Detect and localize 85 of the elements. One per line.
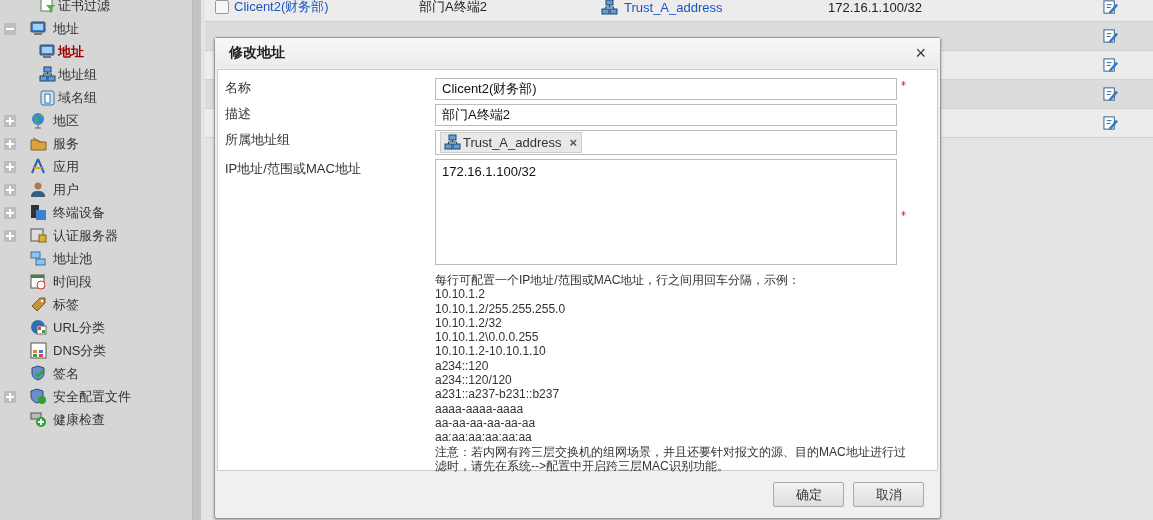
note-text: 注意：若内网有跨三层交换机的组网场景，并且还要针对报文的源、目的MAC地址进行过滤时，请先在系统-->配置中开启跨三层MAC识别功能。 [435,444,907,474]
example-text: a234::120/120 [435,373,513,388]
expand-toggle[interactable] [4,114,16,127]
tree-item[interactable]: 标签 [53,295,79,314]
tag-label: Trust_A_address [463,135,562,150]
globe-icon [30,112,47,129]
monitor-icon [39,43,56,60]
example-text: 10.10.1.2/32 [435,315,503,331]
tree-item[interactable]: 地址 [58,42,84,61]
expand-toggle[interactable] [4,183,16,196]
health-icon [30,411,47,428]
network-icon [39,66,56,83]
name-link[interactable]: Clicent2(财务部) [234,0,329,16]
network-icon [30,250,47,267]
tag-field[interactable]: Trust_A_address × [435,130,897,155]
device-icon [30,204,47,221]
edit-icon[interactable] [1103,0,1119,15]
server-icon [30,227,47,244]
remove-button[interactable]: × [569,135,578,150]
tree-item[interactable]: 地址组 [58,65,97,84]
grid-icon [30,342,47,359]
example-text: 10.10.1.2 [435,287,487,302]
expand-toggle[interactable] [4,229,16,242]
input-field[interactable]: 部门A终端2 [435,104,897,126]
input-field[interactable]: 172.16.1.100/32 [435,159,897,265]
tree-item[interactable]: 健康检查 [53,410,105,429]
shield-icon [30,388,47,405]
input-field[interactable]: Clicent2(财务部) [435,78,897,100]
building-icon [39,89,56,106]
compass-icon [30,158,47,175]
help-text: 每行可配置一个IP地址/范围或MAC地址，行之间用回车分隔，示例： [435,273,802,288]
tree-item[interactable]: 地址池 [53,249,92,268]
filter-icon [39,0,56,14]
edit-icon[interactable] [1103,57,1119,73]
field-label: 名称 [225,79,252,97]
example-text: a231::a237-b231::b237 [435,387,561,402]
tree-item[interactable]: 安全配置文件 [53,387,131,406]
tag-icon [30,296,47,313]
edit-icon[interactable] [1103,115,1119,131]
example-text: 10.10.1.2-10.10.1.10 [435,344,547,359]
globe-icon [30,319,47,336]
expand-toggle[interactable] [4,137,16,150]
tree-item[interactable]: 地址 [53,19,79,38]
field-label: 描述 [225,105,252,123]
expand-toggle[interactable] [4,160,16,173]
tree-item[interactable]: 认证服务器 [53,226,118,245]
tree-item[interactable]: 签名 [53,364,79,383]
tree-item[interactable]: URL分类 [53,318,105,337]
tree-item[interactable]: DNS分类 [53,341,107,360]
tree-item[interactable]: 用户 [53,180,79,199]
tree-item[interactable]: 应用 [53,157,79,176]
tree-item[interactable]: 终端设备 [53,203,105,222]
tree-item[interactable]: 地区 [53,111,79,130]
checkbox[interactable] [215,0,229,14]
folder-icon [30,135,47,152]
table-cell: 172.16.1.100/32 [828,0,922,15]
calendar-icon [30,273,47,290]
field-label: 所属地址组 [225,131,291,149]
cancel-button[interactable]: 取消 [853,482,924,507]
tree-item[interactable]: 服务 [53,134,79,153]
user-icon [30,181,47,198]
network-icon [601,0,618,16]
example-text: a234::120 [435,358,490,374]
expand-toggle[interactable] [4,390,16,403]
tree-item[interactable]: 时间段 [53,272,92,291]
close-button[interactable]: × [913,42,928,64]
example-text: aa:aa:aa:aa:aa:aa [435,430,533,445]
edit-icon[interactable] [1103,28,1119,44]
network-icon [444,134,461,151]
example-text: aaaa-aaaa-aaaa [435,401,525,416]
example-text: 10.10.1.2/255.255.255.0 [435,301,567,316]
tree-item[interactable]: 域名组 [58,88,97,107]
expand-toggle[interactable] [4,22,16,35]
dialog-title: 修改地址 [229,44,285,62]
edit-icon[interactable] [1103,86,1119,102]
shield-icon [30,365,47,382]
field-label: IP地址/范围或MAC地址 [225,160,362,178]
scrollbar[interactable] [192,0,201,520]
group-link[interactable]: Trust_A_address [624,0,723,15]
expand-toggle[interactable] [4,206,16,219]
monitor-icon [30,20,47,37]
example-text: aa-aa-aa-aa-aa-aa [435,415,537,431]
table-cell: 部门A终端2 [419,0,487,16]
example-text: 10.10.1.2\0.0.0.255 [435,330,540,345]
ok-button[interactable]: 确定 [773,482,844,507]
